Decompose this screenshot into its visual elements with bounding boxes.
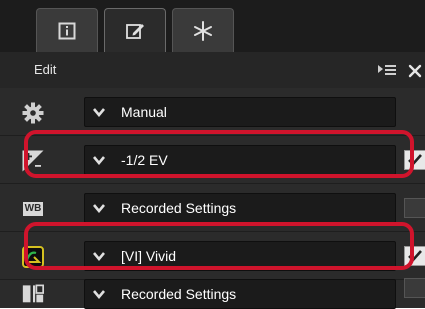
d-lighting-value: Recorded Settings: [121, 286, 237, 302]
mode-dropdown[interactable]: Manual: [84, 97, 396, 127]
checkmark-icon: [408, 154, 422, 166]
checkmark-icon: [408, 250, 422, 262]
setting-row-mode: Manual: [0, 88, 425, 136]
setting-row-white-balance: WB Recorded Settings: [0, 184, 425, 232]
d-lighting-checkbox[interactable]: [404, 278, 425, 298]
exposure-checkbox[interactable]: [404, 150, 425, 170]
chevron-down-icon: [93, 156, 105, 165]
edit-pencil-icon: [126, 23, 144, 39]
edit-header: Edit: [0, 52, 425, 89]
exposure-compensation-icon: [22, 150, 44, 172]
chevron-down-icon: [93, 290, 105, 299]
edit-panel: Edit Manual -1/2 EV WB Recorded Settings…: [0, 0, 425, 309]
setting-row-picture-control: [VI] Vivid: [0, 232, 425, 280]
exposure-dropdown[interactable]: -1/2 EV: [84, 145, 396, 175]
picture-control-icon: [22, 246, 44, 268]
chevron-down-icon: [93, 108, 105, 117]
close-icon[interactable]: [408, 64, 422, 78]
white-balance-checkbox[interactable]: [404, 198, 425, 218]
tab-edit[interactable]: [104, 8, 166, 52]
picture-control-checkbox[interactable]: [404, 246, 425, 266]
active-d-lighting-icon: [22, 282, 44, 304]
mode-value: Manual: [121, 104, 167, 120]
panel-menu-icon[interactable]: [378, 65, 396, 77]
picture-control-value: [VI] Vivid: [121, 248, 176, 264]
chevron-down-icon: [93, 252, 105, 261]
d-lighting-dropdown[interactable]: Recorded Settings: [84, 279, 396, 309]
tab-strip: [0, 0, 425, 52]
picture-control-dropdown[interactable]: [VI] Vivid: [84, 241, 396, 271]
gear-icon: [22, 102, 44, 124]
white-balance-value: Recorded Settings: [121, 200, 237, 216]
tab-effects[interactable]: [172, 8, 234, 52]
exposure-value: -1/2 EV: [121, 152, 168, 168]
panel-title: Edit: [34, 62, 57, 77]
wb-label: WB: [22, 202, 44, 216]
setting-row-d-lighting: Recorded Settings: [0, 278, 425, 309]
setting-row-exposure: -1/2 EV: [0, 136, 425, 184]
info-icon: [58, 22, 76, 39]
white-balance-dropdown[interactable]: Recorded Settings: [84, 193, 396, 223]
chevron-down-icon: [93, 204, 105, 213]
sparkle-icon: [194, 20, 212, 41]
white-balance-icon: WB: [22, 198, 44, 220]
tab-info[interactable]: [36, 8, 98, 52]
